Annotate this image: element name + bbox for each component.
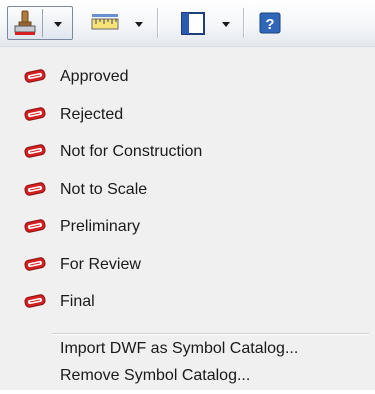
help-icon[interactable]: ? [259, 9, 283, 38]
menu-item-label: Not to Scale [60, 181, 148, 198]
stamp-badge-icon [23, 143, 47, 159]
menu-item-label: Approved [60, 68, 129, 85]
menu-item-label: Preliminary [60, 218, 141, 235]
menu-item-final[interactable]: Final [0, 284, 375, 320]
svg-text:?: ? [265, 16, 274, 33]
menu-item-label: Remove Symbol Catalog... [60, 367, 251, 384]
menu-item-rejected[interactable]: Rejected [0, 97, 375, 133]
toolbar-separator [243, 8, 245, 38]
stamp-dropdown-menu: Approved Rejected Not for Construction Not … [0, 46, 375, 390]
panel-icon[interactable] [180, 9, 208, 38]
stamp-icon [12, 9, 38, 38]
toolbar: ? [0, 0, 375, 47]
menu-item-preliminary[interactable]: Preliminary [0, 209, 375, 245]
stamp-badge-icon [23, 106, 47, 122]
menu-item-label: Rejected [60, 106, 124, 123]
menu-item-label: Import DWF as Symbol Catalog... [60, 340, 299, 357]
stamp-badge-icon [23, 218, 47, 234]
menu-item-for-review[interactable]: For Review [0, 247, 375, 283]
ruler-dropdown-arrow-icon[interactable] [135, 22, 143, 27]
menu-item-label: For Review [60, 256, 141, 273]
stamp-dropdown-arrow-icon[interactable] [54, 22, 62, 27]
menu-item-label: Not for Construction [60, 143, 203, 160]
panel-dropdown-arrow-icon[interactable] [222, 22, 230, 27]
menu-item-label: Final [60, 293, 95, 310]
menu-item-not-to-scale[interactable]: Not to Scale [0, 172, 375, 208]
ruler-icon[interactable] [90, 9, 120, 38]
stamp-badge-icon [23, 256, 47, 272]
stamp-badge-icon [23, 68, 47, 84]
stamp-badge-icon [23, 181, 47, 197]
toolbar-separator [157, 8, 159, 38]
menu-item-not-for-construction[interactable]: Not for Construction [0, 134, 375, 170]
menu-item-approved[interactable]: Approved [0, 59, 375, 95]
stamp-badge-icon [23, 293, 47, 309]
